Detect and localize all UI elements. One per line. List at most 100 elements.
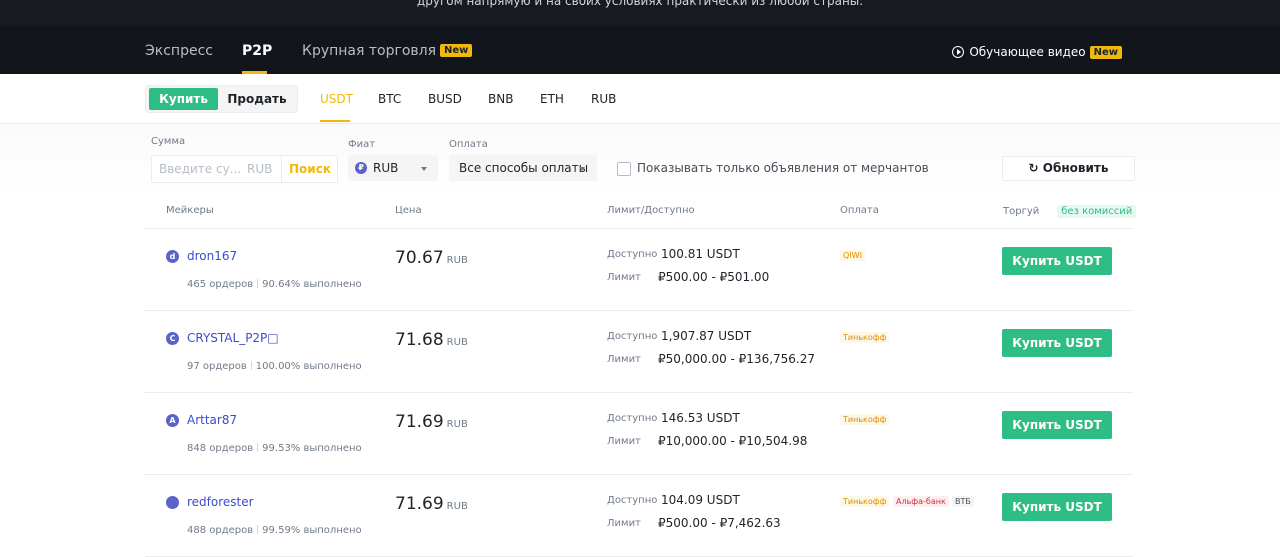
price-value: 70.67 <box>395 248 444 268</box>
header-makers: Мейкеры <box>166 205 214 216</box>
banner-text: другом напрямую и на своих условиях прак… <box>416 0 864 8</box>
price: 70.67 RUB <box>395 248 468 268</box>
amount-input[interactable]: Введите су... <box>159 162 241 176</box>
header-price: Цена <box>395 205 422 216</box>
refresh-label: Обновить <box>1042 161 1109 175</box>
table-row: d dron167 465 ордеров 90.64% выполнено 70… <box>0 229 1280 311</box>
header-trade: Торгуй без комиссий <box>1003 205 1137 218</box>
nav-express[interactable]: Экспресс <box>145 43 213 59</box>
caret-down-icon <box>579 167 585 171</box>
limit-label: Лимит <box>607 518 641 529</box>
completion-rate: 99.53% выполнено <box>262 443 362 454</box>
limit-label: Лимит <box>607 436 641 447</box>
price-currency: RUB <box>446 501 468 512</box>
payment-method-tag: Альфа-банк <box>893 496 949 507</box>
top-navigation: Экспресс P2P Крупная торговля New Обучающ… <box>0 25 1280 74</box>
limit-value: ₽10,000.00 - ₽10,504.98 <box>658 434 808 448</box>
price-value: 71.68 <box>395 330 444 350</box>
price-currency: RUB <box>446 337 468 348</box>
nav-block-trading-label: Крупная торговля <box>302 43 437 59</box>
header-trade-label: Торгуй <box>1003 206 1040 217</box>
ruble-icon: ₽ <box>355 162 367 174</box>
price-value: 71.69 <box>395 494 444 514</box>
fiat-select[interactable]: ₽ RUB <box>348 155 438 181</box>
trade-tabs-bar: Купить Продать USDT BTC BUSD BNB ETH RUB <box>0 74 1280 124</box>
maker-stats: 488 ордеров 99.59% выполнено <box>187 525 362 536</box>
coin-tab-busd[interactable]: BUSD <box>428 92 462 106</box>
header-limit-available: Лимит/Доступно <box>607 205 695 216</box>
order-count: 848 ордеров <box>187 443 254 454</box>
maker-stats: 848 ордеров 99.53% выполнено <box>187 443 362 454</box>
buy-sell-toggle: Купить Продать <box>145 85 298 113</box>
new-badge: New <box>440 44 473 57</box>
avatar: d <box>166 250 179 263</box>
payment-method-select[interactable]: Все способы оплаты <box>449 155 597 181</box>
price-value: 71.69 <box>395 412 444 432</box>
available-value: 100.81 USDT <box>661 247 740 261</box>
order-count: 488 ордеров <box>187 525 254 536</box>
maker-name[interactable]: dron167 <box>187 249 237 263</box>
avatar: A <box>166 414 179 427</box>
tutorial-video-label: Обучающее видео <box>969 45 1086 59</box>
payment-method-value: Все способы оплаты <box>459 161 589 175</box>
no-fee-badge: без комиссий <box>1057 205 1137 218</box>
buy-usdt-button[interactable]: Купить USDT <box>1002 329 1112 357</box>
limit-value: ₽500.00 - ₽501.00 <box>658 270 770 284</box>
tutorial-video-link[interactable]: Обучающее видео New <box>952 45 1122 59</box>
amount-input-group: Введите су... RUB Поиск <box>151 155 338 183</box>
coin-tab-rub[interactable]: RUB <box>591 92 616 106</box>
new-badge: New <box>1089 45 1122 59</box>
coin-tab-usdt[interactable]: USDT <box>320 92 353 106</box>
play-icon <box>952 46 965 58</box>
price-currency: RUB <box>446 255 468 266</box>
maker-stats: 97 ордеров 100.00% выполнено <box>187 361 362 372</box>
maker-name[interactable]: Arttar87 <box>187 413 237 427</box>
table-row: A Arttar87 848 ордеров 99.53% выполнено 7… <box>0 393 1280 475</box>
nav-block-trading[interactable]: Крупная торговля New <box>302 43 473 59</box>
maker-name[interactable]: redforester <box>187 495 254 509</box>
coin-tab-eth[interactable]: ETH <box>540 92 564 106</box>
price: 71.69 RUB <box>395 494 468 514</box>
maker-stats: 465 ордеров 90.64% выполнено <box>187 279 362 290</box>
order-count: 465 ордеров <box>187 279 254 290</box>
merchant-only-label: Показывать только объявления от мерчанто… <box>637 161 929 175</box>
nav-p2p[interactable]: P2P <box>242 43 272 59</box>
avatar: C <box>166 332 179 345</box>
sell-toggle-button[interactable]: Продать <box>222 88 292 110</box>
price: 71.69 RUB <box>395 412 468 432</box>
available-value: 104.09 USDT <box>661 493 740 507</box>
table-row: redforester 488 ордеров 99.59% выполнено … <box>0 475 1280 557</box>
maker-name[interactable]: CRYSTAL_P2P□ <box>187 331 279 345</box>
limit-value: ₽500.00 - ₽7,462.63 <box>658 516 781 530</box>
payment-method-tag: Тинькофф <box>840 414 890 425</box>
available-value: 1,907.87 USDT <box>661 329 752 343</box>
price: 71.68 RUB <box>395 330 468 350</box>
refresh-icon: ↻ <box>1028 161 1039 175</box>
completion-rate: 99.59% выполнено <box>262 525 362 536</box>
payment-method-tag: Тинькофф <box>840 332 890 343</box>
payment-method-tag: Тинькофф <box>840 496 890 507</box>
buy-usdt-button[interactable]: Купить USDT <box>1002 247 1112 275</box>
merchant-only-checkbox[interactable] <box>617 162 631 176</box>
completion-rate: 90.64% выполнено <box>262 279 362 290</box>
buy-usdt-button[interactable]: Купить USDT <box>1002 493 1112 521</box>
payment-method-tag: QIWI <box>840 250 865 261</box>
avatar <box>166 496 179 509</box>
buy-usdt-button[interactable]: Купить USDT <box>1002 411 1112 439</box>
available-label: Доступно <box>607 249 658 260</box>
table-row: C CRYSTAL_P2P□ 97 ордеров 100.00% выполне… <box>0 311 1280 393</box>
order-count: 97 ордеров <box>187 361 247 372</box>
search-button[interactable]: Поиск <box>281 156 338 182</box>
amount-currency: RUB <box>247 162 273 176</box>
available-label: Доступно <box>607 495 658 506</box>
refresh-button[interactable]: ↻ Обновить <box>1002 156 1135 181</box>
coin-tab-bnb[interactable]: BNB <box>488 92 513 106</box>
fiat-label: Фиат <box>348 139 376 150</box>
limit-value: ₽50,000.00 - ₽136,756.27 <box>658 352 816 366</box>
payment-label: Оплата <box>449 139 488 150</box>
available-label: Доступно <box>607 413 658 424</box>
limit-label: Лимит <box>607 354 641 365</box>
coin-tab-btc[interactable]: BTC <box>378 92 401 106</box>
buy-toggle-button[interactable]: Купить <box>149 88 218 110</box>
coin-active-indicator <box>320 120 350 122</box>
